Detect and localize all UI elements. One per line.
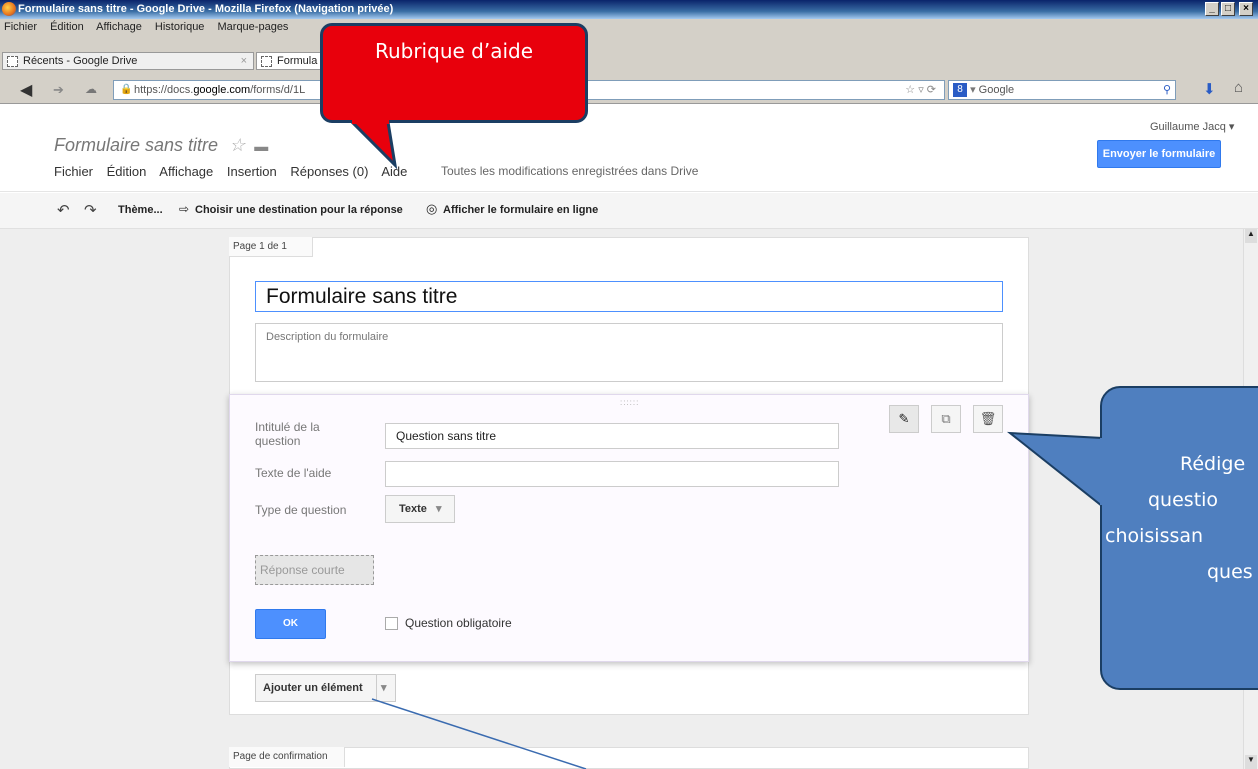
connector-line xyxy=(371,698,587,769)
help-callout: Rubrique d’aide xyxy=(320,23,588,123)
callout-line: choisissan xyxy=(1105,525,1204,547)
red-callout-pointer xyxy=(348,120,398,170)
callout-line: Rédige xyxy=(1180,453,1246,475)
annotation-overlay xyxy=(348,120,1103,769)
write-question-callout: Rédige questio choisissan ques xyxy=(1100,386,1258,690)
callout-line: ques xyxy=(1207,561,1253,583)
callout-line: questio xyxy=(1148,489,1219,511)
blue-callout-pointer xyxy=(1006,431,1103,509)
help-callout-text: Rubrique d’aide xyxy=(374,39,534,63)
blue-callout-joint xyxy=(1100,438,1105,505)
red-callout-joint xyxy=(352,118,389,124)
